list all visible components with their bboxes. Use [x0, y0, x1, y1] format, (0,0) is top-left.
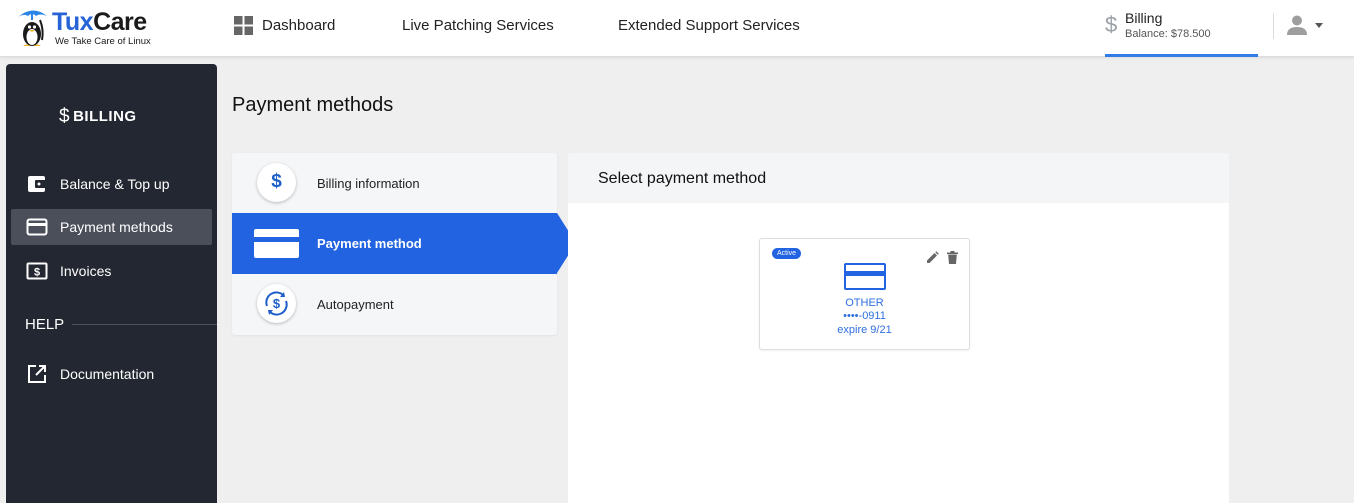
panel-header: Select payment method — [568, 153, 1229, 203]
billing-tab[interactable]: $ Billing Balance: $78.500 — [1105, 0, 1258, 57]
tuxcare-logo[interactable]: TuxCare We Take Care of Linux — [14, 6, 164, 50]
pencil-icon[interactable] — [926, 251, 939, 264]
top-header: TuxCare We Take Care of Linux Dashboard … — [0, 0, 1354, 57]
credit-card-icon — [254, 229, 299, 258]
header-divider — [1273, 13, 1274, 39]
sidebar-item-documentation[interactable]: Documentation — [11, 356, 212, 392]
help-divider — [72, 324, 217, 325]
sidebar-item-payment-methods[interactable]: Payment methods — [11, 209, 212, 245]
sidebar-title: $ BILLING — [59, 105, 137, 127]
logo-text-part1: Tux — [52, 8, 94, 36]
nav-live-patching[interactable]: Live Patching Services — [402, 17, 554, 34]
payment-method-card[interactable]: Active OTHER ••••-0911 expire 9/21 — [759, 238, 970, 350]
svg-text:$: $ — [34, 267, 40, 279]
payment-method-panel: Select payment method Active OTHER ••••-… — [568, 153, 1229, 503]
logo-text: TuxCare — [52, 8, 147, 37]
wallet-icon — [28, 176, 46, 192]
help-heading: HELP — [25, 316, 65, 333]
sidebar-title-label: BILLING — [73, 108, 137, 125]
sidebar-item-label: Balance & Top up — [60, 176, 170, 192]
user-menu[interactable] — [1285, 13, 1330, 39]
panel-title: Select payment method — [598, 170, 767, 187]
step-billing-information[interactable]: $ Billing information — [232, 153, 557, 214]
svg-text:$: $ — [273, 296, 281, 311]
step-label: Billing information — [317, 176, 420, 191]
billing-steps: $ Billing information Payment method $ A… — [232, 153, 576, 335]
invoice-icon: $ — [26, 262, 48, 280]
tuxcare-logo-icon — [17, 10, 47, 46]
dollar-icon: $ — [59, 106, 71, 127]
nav-extended-support[interactable]: Extended Support Services — [618, 17, 800, 34]
dollar-icon: $ — [271, 171, 282, 192]
sidebar-item-label: Invoices — [60, 263, 112, 279]
dollar-icon: $ — [1105, 12, 1118, 37]
logo-text-part2: Care — [93, 8, 147, 36]
credit-card-icon — [26, 218, 48, 236]
caret-down-icon — [1315, 23, 1323, 28]
step-label: Payment method — [317, 236, 422, 251]
step-autopayment[interactable]: $ Autopayment — [232, 274, 557, 335]
sidebar-item-label: Documentation — [60, 366, 155, 382]
billing-tab-title: Billing — [1125, 10, 1163, 26]
balance-text: Balance: $78.500 — [1125, 28, 1211, 40]
step-label: Autopayment — [317, 297, 394, 312]
status-badge: Active — [772, 248, 802, 259]
nav-dashboard-label: Dashboard — [262, 17, 336, 34]
person-icon — [1287, 15, 1307, 35]
sidebar-item-label: Payment methods — [60, 219, 173, 235]
credit-card-icon — [844, 263, 886, 290]
step-circle: $ — [257, 163, 296, 202]
external-link-icon — [28, 365, 46, 383]
active-tab-indicator — [1105, 54, 1258, 57]
page-title: Payment methods — [232, 94, 394, 116]
autopay-icon: $ — [265, 291, 288, 316]
logo-tagline: We Take Care of Linux — [55, 36, 151, 47]
card-number: ••••-0911 — [843, 310, 886, 322]
sidebar-item-invoices[interactable]: $ Invoices — [11, 253, 212, 289]
step-circle: $ — [257, 284, 296, 323]
sidebar-item-balance[interactable]: Balance & Top up — [11, 166, 212, 202]
sidebar: $ BILLING Balance & Top up Payment method… — [6, 64, 217, 503]
step-payment-method[interactable]: Payment method — [232, 213, 557, 274]
card-expiry: expire 9/21 — [837, 324, 892, 336]
card-type: OTHER — [845, 297, 884, 309]
trash-icon[interactable] — [947, 251, 958, 264]
grid-icon — [234, 16, 253, 35]
